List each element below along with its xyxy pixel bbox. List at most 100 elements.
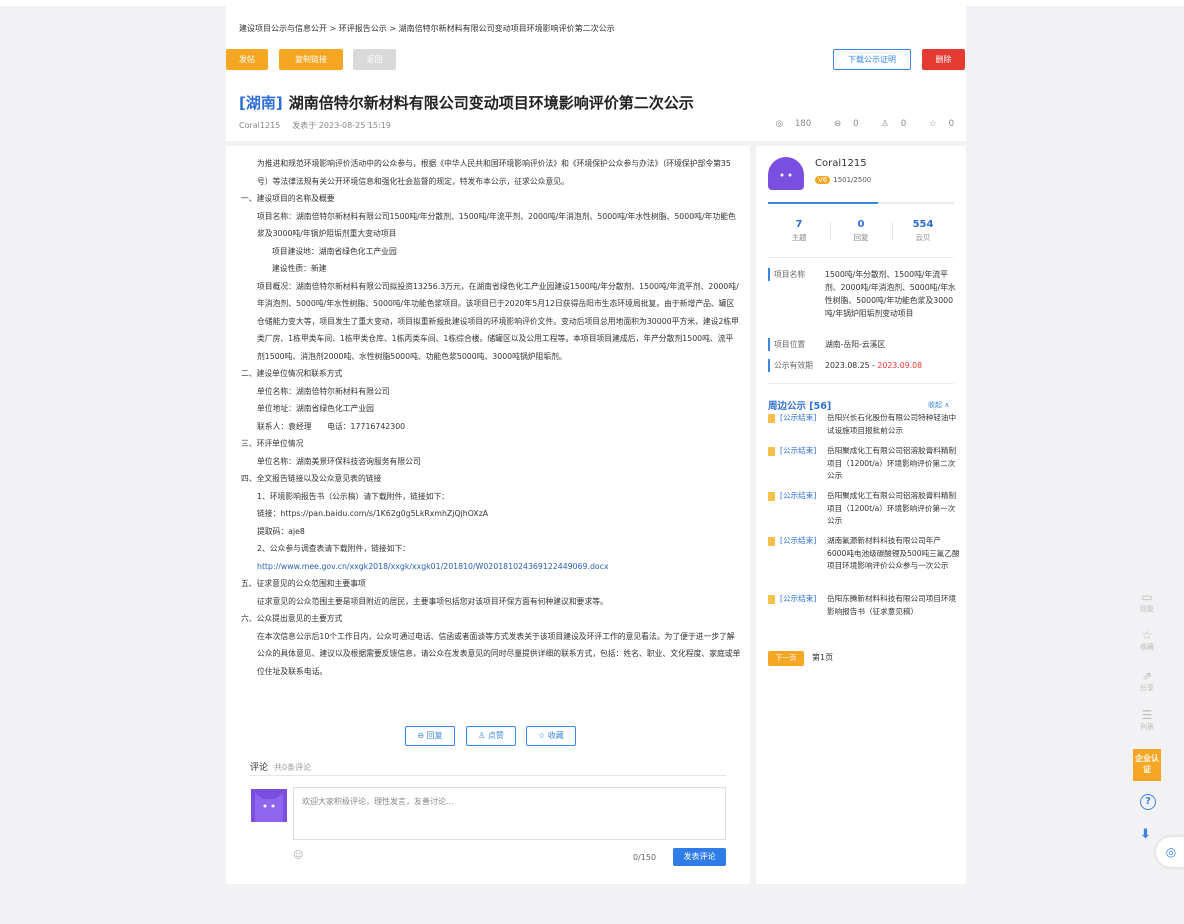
level-progress-fill [768,202,878,204]
article-paragraph: 链接：https://pan.baidu.com/s/1K62g0g5LkRxm… [257,509,489,518]
article-paragraph: 六、公众提出意见的主要方式 [241,614,343,623]
attachment-link[interactable]: http://www.mee.gov.cn/xxgk2018/xxgk/xxgk… [241,558,741,576]
favorite-button[interactable]: ☆ 收藏 [526,726,576,746]
divider [250,775,726,776]
sidebar: Coral1215 V6 1501/2500 7 主题 0 回复 554 云贝 项目名称… [756,146,966,884]
nearby-item[interactable]: [公示结束] 岳阳聚成化工有限公司铝溶胶膏料精制项目（1200t/a）环境影响评价… [768,445,960,483]
project-name-label: 项目名称 [768,268,805,281]
floating-assistant-icon[interactable]: ◎ [1156,837,1184,867]
nearby-item-title[interactable]: 岳阳东腾新材料科技有限公司项目环境影响报告书（征求意见稿） [827,593,960,618]
document-icon [768,414,775,423]
star-icon: ☆ [538,731,548,740]
back-button[interactable]: 返回 [353,49,396,70]
post-button[interactable]: 发帖 [226,49,268,70]
period-label: 公示有效期 [768,359,813,372]
user-stat-topics[interactable]: 7 主题 [768,219,830,243]
project-name-value: 1500吨/年分散剂、1500吨/年流平剂、2000吨/年消泡剂、5000吨/年… [825,270,956,318]
thumbs-up-icon: ♙ [478,731,488,740]
user-level: V6 1501/2500 [815,176,871,184]
article-paragraph: 一、建设项目的名称及概要 [241,194,335,203]
star-icon: ☆ [1141,628,1153,642]
publicity-period-row: 公示有效期 2023.08.25 - 2023.09.08 [768,359,958,372]
article-paragraph: 五、征求意见的公众范围和主要事项 [241,579,366,588]
post-meta: Coral1215 发表于 2023-08-25 15:19 [239,120,391,131]
article-paragraph: 为推进和规范环境影响评价活动中的公众参与，根据《中华人民共和国环境影响评价法》和… [257,159,731,186]
article-paragraph: 单位名称：湖南美景环保科技咨询服务有限公司 [257,456,421,466]
document-icon [768,537,775,546]
article-paragraph: 单位地址：湖南省绿色化工产业园 [257,404,374,413]
share-icon: ⇗ [1141,669,1153,683]
nearby-item[interactable]: [公示结束] 岳阳兴长石化股份有限公司特种轻油中试设施项目报批前公示 [768,412,960,437]
float-share[interactable]: ⇗ 分享 [1133,669,1161,693]
help-icon[interactable]: ? [1140,794,1156,810]
download-certificate-button[interactable]: 下载公示证明 [833,49,911,70]
project-location-row: 项目位置 湖南-岳阳-云溪区 [768,338,958,351]
enterprise-certification-button[interactable]: 企业认证 [1133,749,1161,781]
submit-comment-button[interactable]: 发表评论 [673,848,726,866]
likes-stat[interactable]: ♙ 0 [871,119,906,129]
document-icon [768,447,775,456]
user-name[interactable]: Coral1215 [815,158,867,169]
list-icon: ☰ [1141,708,1153,722]
like-button[interactable]: ♙ 点赞 [466,726,516,746]
divider [768,257,954,258]
document-icon [768,595,775,604]
nearby-item-title[interactable]: 岳阳聚成化工有限公司铝溶胶膏料精制项目（1200t/a）环境影响评价第一次公示 [827,490,960,528]
user-stat-replies[interactable]: 0 回复 [830,219,892,243]
location-value: 湖南-岳阳-云溪区 [825,340,886,349]
article-paragraph: 项目建设地：湖南省绿色化工产业园 [272,246,397,256]
next-page-button[interactable]: 下一页 [768,651,804,666]
reply-button[interactable]: ⊖ 回复 [405,726,455,746]
article-paragraph: 单位名称：湖南倍特尔新材料有限公司 [257,386,390,396]
status-tag: [公示结束] [780,594,817,603]
status-tag: [公示结束] [780,491,817,500]
comment-count: 共0条评论 [274,763,312,772]
project-name-row: 项目名称 1500吨/年分散剂、1500吨/年流平剂、2000吨/年消泡剂、50… [768,268,958,320]
status-tag: [公示结束] [780,413,817,422]
page-indicator: 第1页 [812,653,834,662]
nearby-item-title[interactable]: 岳阳兴长石化股份有限公司特种轻油中试设施项目报批前公示 [827,412,960,437]
region-tag[interactable]: [湖南] [239,94,283,112]
float-list[interactable]: ☰ 列表 [1133,708,1161,732]
nearby-item[interactable]: [公示结束] 湖南氟源新材料科技有限公司年产6000吨电池级碳酸锂及500吨三氟乙… [768,535,960,573]
views-stat: ◎ 180 [775,119,812,129]
article-paragraph: 征求意见的公众范围主要是项目附近的居民，主要事项包括您对该项目环保方面有何种建议… [257,596,608,606]
nearby-item-title[interactable]: 湖南氟源新材料科技有限公司年产6000吨电池级碳酸锂及500吨三氟乙酸项目环境影… [827,535,960,573]
float-reply[interactable]: ▭ 回复 [1133,590,1161,614]
comment-header: 评论 共0条评论 [250,760,311,773]
user-stat-coins[interactable]: 554 云贝 [892,219,954,243]
copy-link-button[interactable]: 复制链接 [279,49,343,70]
star-icon: ☆ [928,119,937,129]
article-paragraph: 提取码：aje8 [257,526,305,536]
emoji-icon[interactable]: ☺ [293,850,303,861]
article-paragraph: 二、建设单位情况和联系方式 [241,369,343,378]
post-stats: ◎ 180 ⊖ 0 ♙ 0 ☆ 0 [756,119,954,129]
title-text: 湖南倍特尔新材料有限公司变动项目环境影响评价第二次公示 [288,94,694,112]
nearby-item[interactable]: [公示结束] 岳阳聚成化工有限公司铝溶胶膏料精制项目（1200t/a）环境影响评价… [768,490,960,528]
float-favorite[interactable]: ☆ 收藏 [1133,628,1161,652]
level-badge: V6 [815,176,831,184]
article-card: 为推进和规范环境影响评价活动中的公众参与，根据《中华人民共和国环境影响评价法》和… [226,146,750,884]
author-name[interactable]: Coral1215 [239,121,280,130]
comments-stat: ⊖ 0 [833,119,859,129]
comment-icon: ⊖ [833,119,842,129]
status-tag: [公示结束] [780,446,817,455]
collapse-toggle[interactable]: 收起 ∧ [928,400,949,410]
nearby-item[interactable]: [公示结束] 岳阳东腾新材料科技有限公司项目环境影响报告书（征求意见稿） [768,593,960,618]
level-progress-bar [768,202,954,204]
post-date: 发表于 2023-08-25 15:19 [292,121,391,130]
thumbs-up-icon: ♙ [881,119,889,129]
article-paragraph: 2、公众参与调查表请下载附件，链接如下： [257,544,411,553]
breadcrumb[interactable]: 建设项目公示与信息公开 > 环评报告公示 > 湖南倍特尔新材料有限公司变动项目环… [239,23,615,34]
avatar[interactable] [768,157,804,190]
favorites-stat[interactable]: ☆ 0 [919,119,954,129]
article-paragraph: 在本次信息公示后10个工作日内，公众可通过电话、信函或者面谈等方式发表关于该项目… [257,631,741,676]
article-paragraph: 三、环评单位情况 [241,439,304,448]
comment-input[interactable]: 欢迎大家积极评论，理性发言，友善讨论... [293,787,726,840]
delete-button[interactable]: 删除 [922,49,965,70]
nearby-item-title[interactable]: 岳阳聚成化工有限公司铝溶胶膏料精制项目（1200t/a）环境影响评价第二次公示 [827,445,960,483]
download-icon[interactable]: ⬇ [1140,827,1151,842]
message-icon: ▭ [1141,590,1153,604]
status-tag: [公示结束] [780,536,817,545]
page-title: [湖南] 湖南倍特尔新材料有限公司变动项目环境影响评价第二次公示 [239,92,694,113]
